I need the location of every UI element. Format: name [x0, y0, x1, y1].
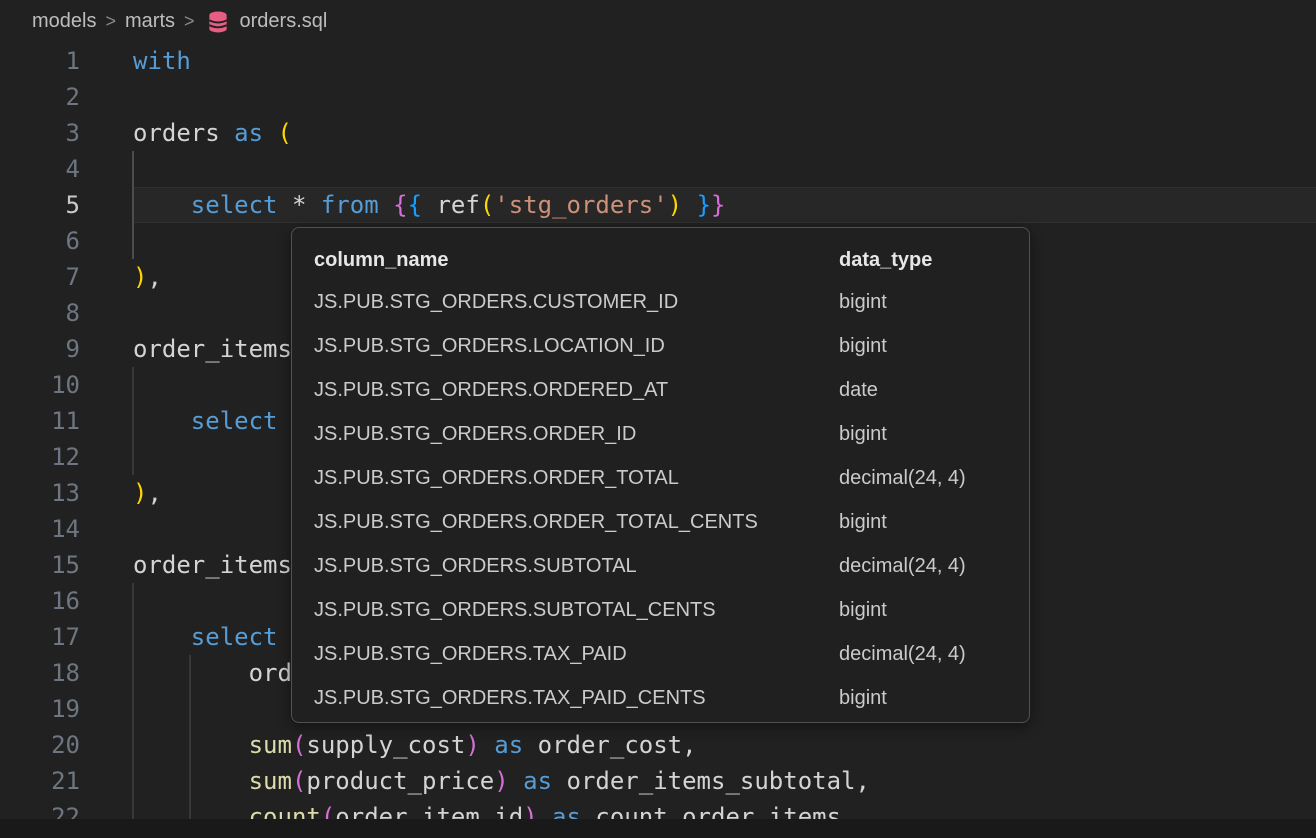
- line-number: 11: [0, 403, 80, 439]
- code-text: order_items: [133, 547, 292, 583]
- line-number: 2: [0, 79, 80, 115]
- data-type-cell: bigint: [839, 500, 1029, 544]
- code-text: orders as (: [133, 115, 292, 151]
- table-header-row: column_namedata_type: [314, 240, 1029, 280]
- table-row: JS.PUB.STG_ORDERS.TAX_PAIDdecimal(24, 4): [314, 632, 1029, 676]
- column-name-cell: JS.PUB.STG_ORDERS.LOCATION_ID: [314, 324, 839, 368]
- table-row: JS.PUB.STG_ORDERS.ORDER_IDbigint: [314, 412, 1029, 456]
- chevron-right-icon: >: [184, 11, 195, 32]
- code-line-21[interactable]: 21 sum(product_price) as order_items_sub…: [0, 763, 1316, 799]
- line-number: 6: [0, 223, 80, 259]
- code-line-20[interactable]: 20 sum(supply_cost) as order_cost,: [0, 727, 1316, 763]
- table-row: JS.PUB.STG_ORDERS.TAX_PAID_CENTSbigint: [314, 676, 1029, 720]
- line-number: 18: [0, 655, 80, 691]
- table-row: JS.PUB.STG_ORDERS.SUBTOTAL_CENTSbigint: [314, 588, 1029, 632]
- code-text: ),: [133, 259, 162, 295]
- code-text: sum(supply_cost) as order_cost,: [133, 727, 697, 763]
- code-text: order_items: [133, 331, 292, 367]
- data-type-cell: bigint: [839, 676, 1029, 720]
- column-name-cell: JS.PUB.STG_ORDERS.SUBTOTAL_CENTS: [314, 588, 839, 632]
- code-text: sum(product_price) as order_items_subtot…: [133, 763, 870, 799]
- column-name-cell: JS.PUB.STG_ORDERS.TAX_PAID: [314, 632, 839, 676]
- database-icon: [206, 10, 230, 34]
- table-row: JS.PUB.STG_ORDERS.SUBTOTALdecimal(24, 4): [314, 544, 1029, 588]
- line-number: 13: [0, 475, 80, 511]
- code-text: select: [133, 619, 278, 655]
- code-text: select * from {{ ref('stg_orders') }}: [133, 187, 725, 223]
- line-number: 10: [0, 367, 80, 403]
- table-row: JS.PUB.STG_ORDERS.LOCATION_IDbigint: [314, 324, 1029, 368]
- table-row: JS.PUB.STG_ORDERS.ORDER_TOTALdecimal(24,…: [314, 456, 1029, 500]
- line-number: 14: [0, 511, 80, 547]
- line-number: 16: [0, 583, 80, 619]
- line-number: 21: [0, 763, 80, 799]
- column-name-cell: JS.PUB.STG_ORDERS.SUBTOTAL: [314, 544, 839, 588]
- editor-window: models > marts > orders.sql 1 with 23 orders a…: [0, 0, 1316, 838]
- table-row: JS.PUB.STG_ORDERS.ORDERED_ATdate: [314, 368, 1029, 412]
- code-line-2[interactable]: 2: [0, 79, 1316, 115]
- table-row: JS.PUB.STG_ORDERS.ORDER_TOTAL_CENTSbigin…: [314, 500, 1029, 544]
- column-name-cell: JS.PUB.STG_ORDERS.ORDER_TOTAL_CENTS: [314, 500, 839, 544]
- column-name-header: column_name: [314, 240, 839, 280]
- code-text: ),: [133, 475, 162, 511]
- column-name-cell: JS.PUB.STG_ORDERS.TAX_PAID_CENTS: [314, 676, 839, 720]
- data-type-cell: bigint: [839, 324, 1029, 368]
- code-line-3[interactable]: 3 orders as (: [0, 115, 1316, 151]
- line-number: 9: [0, 331, 80, 367]
- line-number: 1: [0, 43, 80, 79]
- breadcrumb-item-models[interactable]: models: [32, 10, 96, 33]
- code-line-5[interactable]: 5 select * from {{ ref('stg_orders') }}: [0, 187, 1316, 223]
- line-number: 20: [0, 727, 80, 763]
- data-type-cell: date: [839, 368, 1029, 412]
- editor-bottom-edge: [0, 819, 1316, 838]
- line-number: 17: [0, 619, 80, 655]
- column-name-cell: JS.PUB.STG_ORDERS.CUSTOMER_ID: [314, 280, 839, 324]
- column-name-cell: JS.PUB.STG_ORDERS.ORDER_ID: [314, 412, 839, 456]
- code-text: select: [133, 403, 278, 439]
- code-text: with: [133, 43, 191, 79]
- data-type-cell: bigint: [839, 412, 1029, 456]
- line-number: 12: [0, 439, 80, 475]
- breadcrumb-item-marts[interactable]: marts: [125, 10, 175, 33]
- line-number: 4: [0, 151, 80, 187]
- breadcrumb: models > marts > orders.sql: [0, 0, 1316, 43]
- code-line-1[interactable]: 1 with: [0, 43, 1316, 79]
- data-type-cell: bigint: [839, 588, 1029, 632]
- line-number: 19: [0, 691, 80, 727]
- table-row: JS.PUB.STG_ORDERS.CUSTOMER_IDbigint: [314, 280, 1029, 324]
- data-type-cell: decimal(24, 4): [839, 544, 1029, 588]
- column-info-popup: column_namedata_typeJS.PUB.STG_ORDERS.CU…: [291, 227, 1030, 723]
- line-number: 8: [0, 295, 80, 331]
- line-number: 5: [0, 187, 80, 223]
- chevron-right-icon: >: [105, 11, 116, 32]
- data-type-header: data_type: [839, 240, 1029, 280]
- column-name-cell: JS.PUB.STG_ORDERS.ORDER_TOTAL: [314, 456, 839, 500]
- breadcrumb-item-file[interactable]: orders.sql: [240, 10, 328, 33]
- data-type-cell: decimal(24, 4): [839, 456, 1029, 500]
- line-number: 15: [0, 547, 80, 583]
- line-number: 3: [0, 115, 80, 151]
- code-line-4[interactable]: 4: [0, 151, 1316, 187]
- data-type-cell: bigint: [839, 280, 1029, 324]
- data-type-cell: decimal(24, 4): [839, 632, 1029, 676]
- code-text: ord: [133, 655, 292, 691]
- line-number: 7: [0, 259, 80, 295]
- column-name-cell: JS.PUB.STG_ORDERS.ORDERED_AT: [314, 368, 839, 412]
